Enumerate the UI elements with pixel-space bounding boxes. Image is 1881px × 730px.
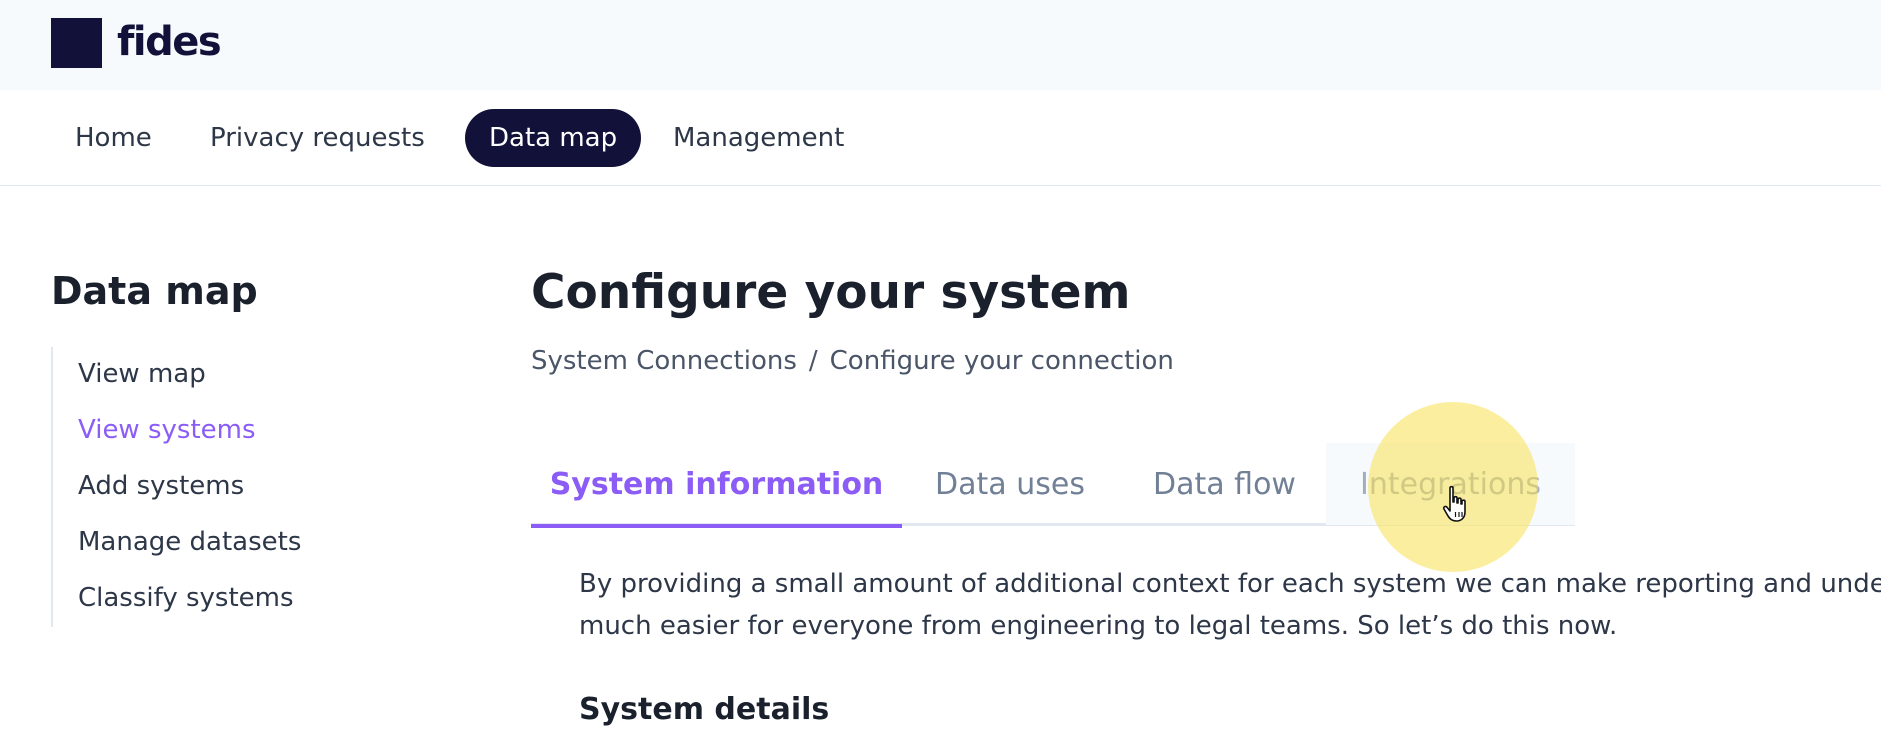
- main-nav: Home Privacy requests Data map Managemen…: [0, 90, 1881, 186]
- tab-data-flow[interactable]: Data flow: [1118, 443, 1331, 525]
- nav-management[interactable]: Management: [649, 109, 868, 167]
- sidebar-menu: View map View systems Add systems Manage…: [51, 347, 353, 627]
- intro-text: By providing a small amount of additiona…: [579, 563, 1881, 647]
- breadcrumb-separator: /: [808, 346, 818, 376]
- sidebar-title: Data map: [51, 269, 258, 313]
- brand-name[interactable]: fides: [117, 17, 222, 67]
- hand-cursor-icon: [1442, 485, 1466, 522]
- top-bar: fides: [0, 0, 1881, 90]
- fides-logo-icon[interactable]: [51, 18, 102, 68]
- system-tabs: System information Data uses Data flow I…: [531, 443, 1575, 528]
- intro-line-1: By providing a small amount of additiona…: [579, 569, 1881, 599]
- breadcrumb-system-connections[interactable]: System Connections: [531, 346, 797, 376]
- breadcrumb: System Connections / Configure your connec…: [531, 343, 1174, 379]
- tab-system-information[interactable]: System information: [531, 443, 902, 528]
- sidebar-item-classify-systems[interactable]: Classify systems: [78, 581, 294, 615]
- breadcrumb-configure-connection: Configure your connection: [829, 346, 1174, 376]
- nav-data-map[interactable]: Data map: [465, 109, 642, 167]
- sidebar-item-view-map[interactable]: View map: [78, 357, 206, 391]
- nav-privacy-requests[interactable]: Privacy requests: [186, 109, 449, 167]
- sidebar-item-add-systems[interactable]: Add systems: [78, 469, 244, 503]
- nav-home[interactable]: Home: [51, 109, 176, 167]
- page-title: Configure your system: [531, 265, 1131, 320]
- section-title-system-details: System details: [579, 692, 830, 727]
- sidebar-item-view-systems[interactable]: View systems: [78, 413, 256, 447]
- tab-data-uses[interactable]: Data uses: [902, 443, 1118, 525]
- intro-line-2: much easier for everyone from engineerin…: [579, 611, 1618, 641]
- sidebar-item-manage-datasets[interactable]: Manage datasets: [78, 525, 301, 559]
